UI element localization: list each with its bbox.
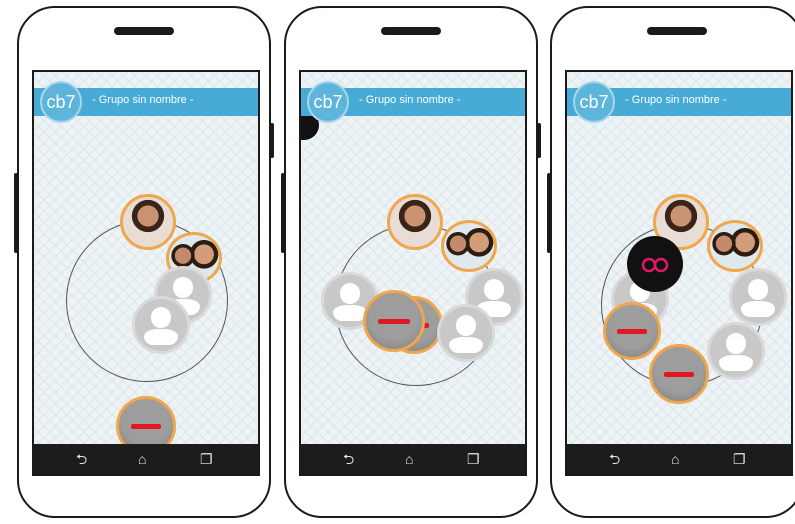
phone-2: - Grupo sin nombre - cb7 ⮌ ⌂ ❐: [281, 6, 541, 518]
empty-member-slot[interactable]: [437, 304, 495, 362]
link-button[interactable]: [627, 236, 683, 292]
member-avatar[interactable]: [120, 194, 176, 250]
android-navbar: ⮌ ⌂ ❐: [34, 444, 258, 474]
member-avatar[interactable]: [387, 194, 443, 250]
remove-member-button[interactable]: [649, 344, 709, 404]
speaker: [114, 27, 174, 35]
side-button: [14, 173, 18, 253]
side-button: [270, 123, 274, 158]
empty-member-slot[interactable]: [729, 268, 787, 326]
side-button: [537, 123, 541, 158]
app-screen: - Grupo sin nombre - cb7 ⮌ ⌂ ❐: [32, 70, 260, 476]
home-icon[interactable]: ⌂: [405, 451, 413, 467]
minus-icon: [663, 372, 695, 378]
empty-member-slot[interactable]: [132, 296, 190, 354]
group-title[interactable]: - Grupo sin nombre -: [625, 94, 726, 106]
home-icon[interactable]: ⌂: [138, 451, 146, 467]
speaker: [647, 27, 707, 35]
group-title[interactable]: - Grupo sin nombre -: [359, 94, 460, 106]
phone-3: - Grupo sin nombre - cb7 ⮌ ⌂ ❐: [547, 6, 795, 518]
recents-icon[interactable]: ❐: [200, 451, 213, 467]
side-button: [281, 173, 285, 253]
back-icon[interactable]: ⮌: [343, 451, 354, 467]
side-button: [547, 173, 551, 253]
minus-icon: [378, 319, 410, 325]
group-badge[interactable]: cb7: [307, 81, 349, 123]
app-screen: - Grupo sin nombre - cb7 ⮌ ⌂ ❐: [299, 70, 527, 476]
group-title[interactable]: - Grupo sin nombre -: [92, 94, 193, 106]
speaker: [381, 27, 441, 35]
android-navbar: ⮌ ⌂ ❐: [567, 444, 791, 474]
minus-icon: [617, 329, 647, 335]
link-icon: [641, 257, 669, 273]
phone-1: - Grupo sin nombre - cb7 ⮌ ⌂ ❐: [14, 6, 274, 518]
back-icon[interactable]: ⮌: [76, 451, 87, 467]
app-screen: - Grupo sin nombre - cb7 ⮌ ⌂ ❐: [565, 70, 793, 476]
minus-icon: [130, 424, 162, 430]
group-badge[interactable]: cb7: [40, 81, 82, 123]
home-icon[interactable]: ⌂: [671, 451, 679, 467]
back-icon[interactable]: ⮌: [609, 451, 620, 467]
recents-icon[interactable]: ❐: [733, 451, 746, 467]
member-avatar[interactable]: [707, 220, 763, 272]
remove-member-button[interactable]: [603, 302, 661, 360]
empty-member-slot[interactable]: [707, 322, 765, 380]
recents-icon[interactable]: ❐: [467, 451, 480, 467]
android-navbar: ⮌ ⌂ ❐: [301, 444, 525, 474]
remove-member-button[interactable]: [363, 290, 425, 352]
member-avatar[interactable]: [441, 220, 497, 272]
group-badge[interactable]: cb7: [573, 81, 615, 123]
